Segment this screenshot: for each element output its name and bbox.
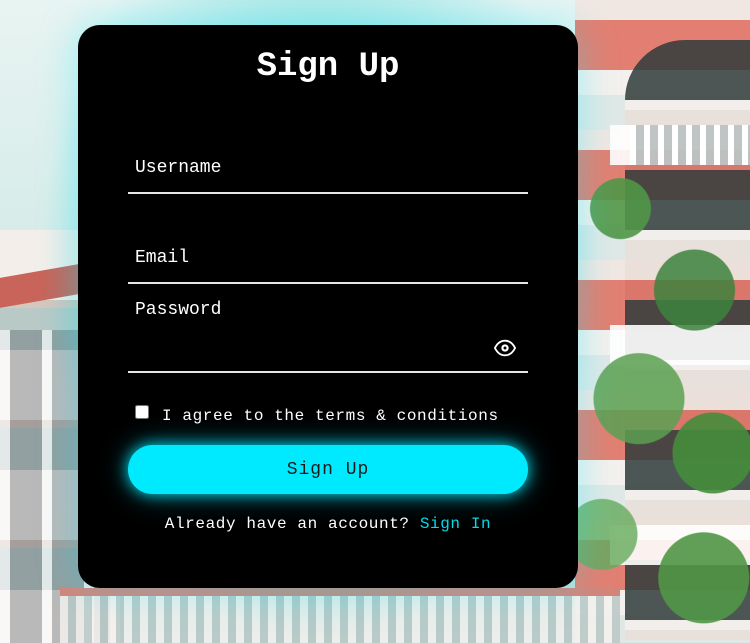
sign-up-button[interactable]: Sign Up (128, 445, 528, 494)
email-input[interactable] (128, 250, 528, 282)
form-title: Sign Up (256, 48, 400, 86)
email-field[interactable]: Email (128, 240, 528, 284)
terms-label[interactable]: I agree to the terms & conditions (162, 407, 499, 425)
password-field[interactable]: Password (128, 295, 528, 373)
signup-card: Sign Up Username Email Password I agree … (78, 25, 578, 588)
username-field[interactable]: Username (128, 150, 528, 194)
password-input[interactable] (128, 339, 528, 371)
password-label: Password (135, 300, 222, 320)
eye-icon[interactable] (493, 337, 517, 359)
sign-in-link[interactable]: Sign In (420, 515, 491, 533)
signin-question: Already have an account? (164, 515, 410, 533)
terms-row: I agree to the terms & conditions (135, 405, 535, 427)
terms-checkbox[interactable] (135, 405, 149, 419)
signin-prompt: Already have an account? Sign In (78, 514, 578, 534)
username-input[interactable] (128, 160, 528, 192)
